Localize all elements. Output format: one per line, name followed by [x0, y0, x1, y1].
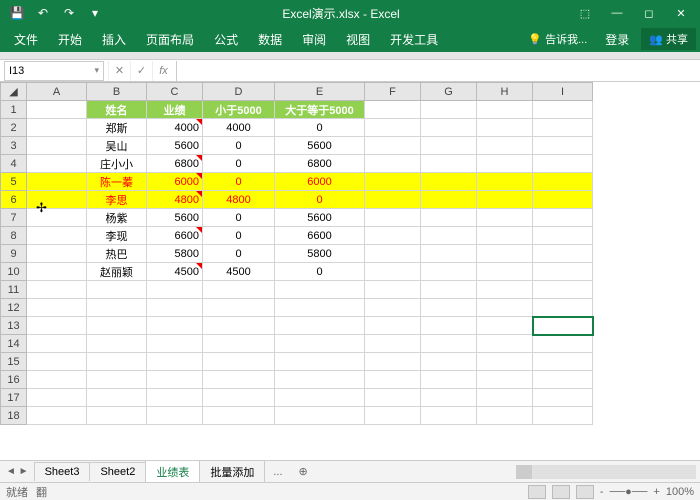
- col-h[interactable]: H: [477, 83, 533, 101]
- zoom-level[interactable]: 100%: [666, 486, 694, 498]
- row-9[interactable]: 9热巴580005800: [1, 245, 593, 263]
- tab-developer[interactable]: 开发工具: [380, 27, 448, 52]
- col-a[interactable]: A: [27, 83, 87, 101]
- row-14[interactable]: 14: [1, 335, 593, 353]
- customize-qat-icon[interactable]: ▾: [84, 2, 106, 24]
- share-icon: 👥: [649, 33, 663, 46]
- tab-file[interactable]: 文件: [4, 27, 48, 52]
- row-5[interactable]: 5陈一蓁600006000: [1, 173, 593, 191]
- window-title: Excel演示.xlsx - Excel: [112, 5, 570, 22]
- zoom-in-icon[interactable]: +: [653, 486, 659, 498]
- tab-layout[interactable]: 页面布局: [136, 27, 204, 52]
- col-e[interactable]: E: [275, 83, 365, 101]
- maximize-icon[interactable]: ◻: [634, 1, 664, 25]
- tab-home[interactable]: 开始: [48, 27, 92, 52]
- tab-insert[interactable]: 插入: [92, 27, 136, 52]
- row-16[interactable]: 16: [1, 371, 593, 389]
- undo-icon[interactable]: ↶: [32, 2, 54, 24]
- active-cell[interactable]: [533, 317, 593, 335]
- row-11[interactable]: 11: [1, 281, 593, 299]
- row-15[interactable]: 15: [1, 353, 593, 371]
- status-ready: 就绪: [6, 484, 28, 500]
- login-link[interactable]: 登录: [595, 27, 639, 52]
- status-extra: 翻: [36, 484, 47, 500]
- window-controls: ⬚ — ◻ ✕: [570, 1, 700, 25]
- view-normal-icon[interactable]: [528, 485, 546, 499]
- name-box[interactable]: I13: [4, 61, 104, 81]
- share-button[interactable]: 👥共享: [641, 28, 696, 50]
- redo-icon[interactable]: ↷: [58, 2, 80, 24]
- sheet-tab-active[interactable]: 业绩表: [145, 460, 200, 484]
- col-i[interactable]: I: [533, 83, 593, 101]
- row-8[interactable]: 8李现660006600: [1, 227, 593, 245]
- fx-icon[interactable]: fx: [152, 61, 174, 81]
- tab-nav[interactable]: ◄ ►: [0, 466, 35, 477]
- worksheet-grid[interactable]: ◢ A B C D E F G H I 1姓名业绩小于5000大于等于5000 …: [0, 82, 700, 462]
- row-3[interactable]: 3吴山560005600: [1, 137, 593, 155]
- tab-view[interactable]: 视图: [336, 27, 380, 52]
- ribbon-options-icon[interactable]: ⬚: [570, 1, 600, 25]
- sheet-tab-sheet3[interactable]: Sheet3: [34, 462, 91, 481]
- bulb-icon: 💡: [528, 33, 542, 46]
- col-d[interactable]: D: [203, 83, 275, 101]
- row-7[interactable]: 7杨紫560005600: [1, 209, 593, 227]
- sheet-tab-extra[interactable]: 批量添加: [199, 460, 265, 483]
- view-break-icon[interactable]: [576, 485, 594, 499]
- formula-bar: I13 ✕ ✓ fx: [0, 60, 700, 82]
- cancel-icon[interactable]: ✕: [108, 61, 130, 81]
- minimize-icon[interactable]: —: [602, 1, 632, 25]
- col-f[interactable]: F: [365, 83, 421, 101]
- enter-icon[interactable]: ✓: [130, 61, 152, 81]
- sheet-tab-bar: ◄ ► Sheet3 Sheet2 业绩表 批量添加 ... ⊕: [0, 460, 700, 482]
- row-12[interactable]: 12: [1, 299, 593, 317]
- ribbon-collapsed-area: [0, 52, 700, 60]
- close-icon[interactable]: ✕: [666, 1, 696, 25]
- title-bar: 💾 ↶ ↷ ▾ Excel演示.xlsx - Excel ⬚ — ◻ ✕: [0, 0, 700, 26]
- row-17[interactable]: 17: [1, 389, 593, 407]
- col-g[interactable]: G: [421, 83, 477, 101]
- add-sheet-icon[interactable]: ⊕: [291, 462, 316, 481]
- horizontal-scrollbar[interactable]: [516, 465, 696, 479]
- zoom-out-icon[interactable]: -: [600, 486, 604, 498]
- row-18[interactable]: 18: [1, 407, 593, 425]
- view-layout-icon[interactable]: [552, 485, 570, 499]
- column-headers[interactable]: ◢ A B C D E F G H I: [1, 83, 593, 101]
- cursor-icon: ✢: [36, 200, 47, 216]
- row-4[interactable]: 4庄小小680006800: [1, 155, 593, 173]
- status-bar: 就绪 翻 - ──●── + 100%: [0, 482, 700, 500]
- select-all[interactable]: ◢: [1, 83, 27, 101]
- row-2[interactable]: 2郑斯400040000: [1, 119, 593, 137]
- row-13[interactable]: 13: [1, 317, 593, 335]
- sheet-tab-sheet2[interactable]: Sheet2: [89, 462, 146, 481]
- ribbon-tabs: 文件 开始 插入 页面布局 公式 数据 审阅 视图 开发工具 💡告诉我... 登…: [0, 26, 700, 52]
- quick-access-toolbar: 💾 ↶ ↷ ▾: [0, 2, 112, 24]
- tab-formula[interactable]: 公式: [204, 27, 248, 52]
- more-tabs-icon[interactable]: ...: [265, 463, 290, 481]
- tab-data[interactable]: 数据: [248, 27, 292, 52]
- row-10[interactable]: 10赵丽颖450045000: [1, 263, 593, 281]
- row-6[interactable]: 6李思480048000: [1, 191, 593, 209]
- col-b[interactable]: B: [87, 83, 147, 101]
- zoom-slider[interactable]: ──●──: [610, 486, 648, 498]
- row-1[interactable]: 1姓名业绩小于5000大于等于5000: [1, 101, 593, 119]
- tab-review[interactable]: 审阅: [292, 27, 336, 52]
- tell-me[interactable]: 💡告诉我...: [522, 29, 593, 49]
- formula-input[interactable]: [176, 61, 700, 81]
- col-c[interactable]: C: [147, 83, 203, 101]
- save-icon[interactable]: 💾: [6, 2, 28, 24]
